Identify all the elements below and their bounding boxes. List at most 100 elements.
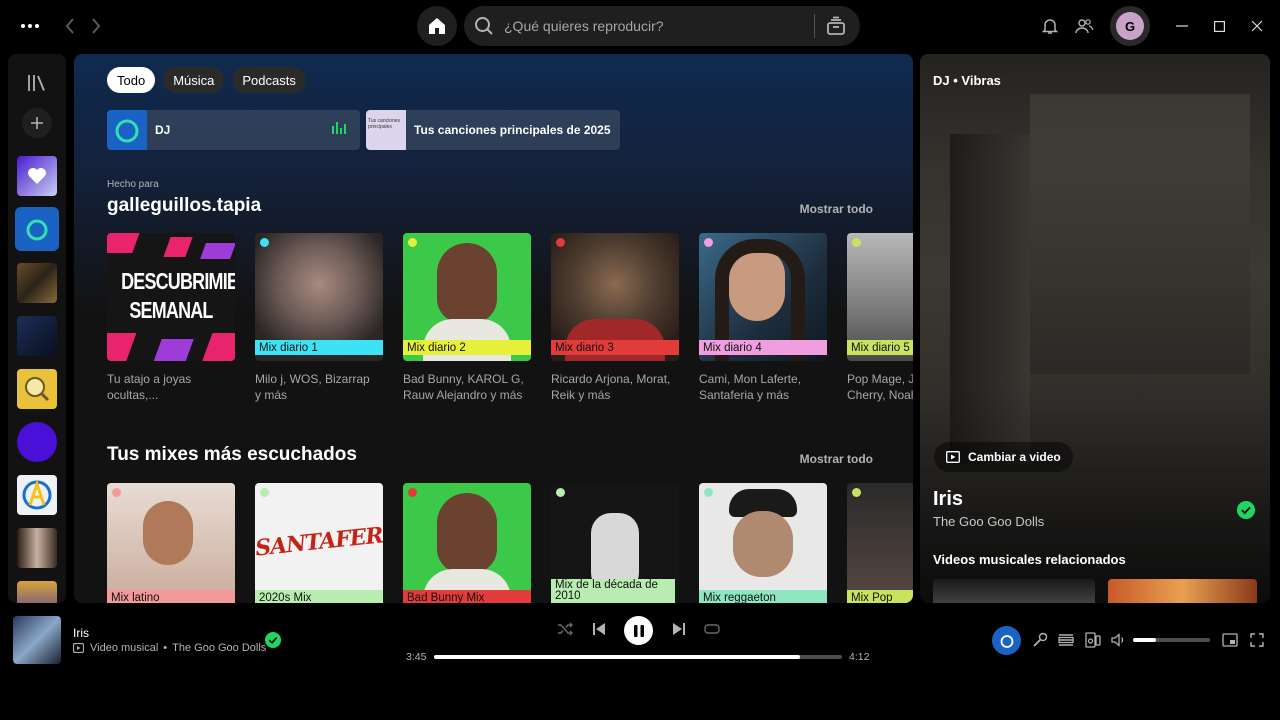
liked-songs-item[interactable] <box>17 156 57 196</box>
filter-chip-todo[interactable]: Todo <box>107 67 156 93</box>
dj-button[interactable] <box>992 626 1021 655</box>
miniplayer-icon[interactable] <box>1221 631 1239 649</box>
now-playing-title[interactable]: Iris <box>933 488 963 511</box>
microphone-lyrics-icon[interactable] <box>1031 631 1049 649</box>
mix-band-label: Mix diario 4 <box>699 340 827 355</box>
pause-icon <box>633 624 644 637</box>
filter-chip-musica[interactable]: Música <box>163 67 225 93</box>
library-icon[interactable] <box>26 72 48 94</box>
playlist-card[interactable]: Mix diario 5 Pop Mage, JaCherry, Noah <box>847 233 913 403</box>
dj-logo-icon <box>26 219 48 241</box>
browse-icon[interactable] <box>825 15 847 37</box>
mix-band-label: 2020s Mix <box>255 590 383 603</box>
mix-cover: Mix reggaeton <box>699 483 827 603</box>
search-input[interactable]: ¿Qué quieres reproducir? <box>504 18 814 34</box>
filter-chip-podcasts[interactable]: Podcasts <box>232 67 306 93</box>
show-all-link[interactable]: Mostrar todo <box>800 452 873 466</box>
mix-band-label: Mix Pop <box>847 590 913 603</box>
library-playlist-item[interactable] <box>17 263 57 303</box>
panel-header[interactable]: DJ • Vibras <box>933 73 1001 88</box>
heart-icon <box>28 168 46 184</box>
player-track-subtitle: Video musical • The Goo Goo Dolls <box>73 642 266 654</box>
library-playlist-item[interactable] <box>17 528 57 568</box>
home-button[interactable] <box>417 6 457 46</box>
playlist-card[interactable]: Mix diario 3 Ricardo Arjona, Morat, Reik … <box>551 233 679 403</box>
now-playing-artist[interactable]: The Goo Goo Dolls <box>933 514 1044 529</box>
shortcut-label: Tus canciones principales de 2025 <box>414 123 611 137</box>
back-arrow-icon[interactable] <box>60 14 80 38</box>
queue-icon[interactable] <box>1057 631 1075 649</box>
forward-arrow-icon[interactable] <box>86 14 106 38</box>
create-plus-button[interactable] <box>22 108 52 138</box>
friend-activity-icon[interactable] <box>1074 16 1094 36</box>
related-video-thumb[interactable] <box>1108 579 1257 603</box>
mix-cover: Mix diario 2 <box>403 233 531 361</box>
window-close-icon[interactable] <box>1247 16 1267 36</box>
playlist-card[interactable]: Mix diario 2 Bad Bunny, KAROL G, Rauw Ale… <box>403 233 531 403</box>
repeat-icon[interactable] <box>703 620 721 638</box>
shortcut-top-songs-2025[interactable]: Tus canciones principales Tus canciones … <box>366 110 620 150</box>
now-playing-view: DJ • Vibras Cambiar a video Iris The Goo… <box>920 54 1270 603</box>
connect-device-icon[interactable] <box>1084 631 1102 649</box>
mix-cover: Mix diario 5 <box>847 233 913 361</box>
card-description: Pop Mage, JaCherry, Noah <box>847 372 913 402</box>
fullscreen-icon[interactable] <box>1248 631 1266 649</box>
mix-card[interactable]: Mix Pop <box>847 483 913 603</box>
window-minimize-icon[interactable] <box>1172 16 1192 36</box>
show-all-link[interactable]: Mostrar todo <box>800 202 873 216</box>
window-maximize-icon[interactable] <box>1209 16 1229 36</box>
playlist-card[interactable]: Mix diario 4 Cami, Mon Laferte, Santaferi… <box>699 233 827 403</box>
mix-band-label: Bad Bunny Mix <box>403 590 531 603</box>
related-videos-title: Videos musicales relacionados <box>933 552 1126 567</box>
section-title[interactable]: galleguillos.tapia <box>107 195 261 217</box>
dj-logo-icon <box>1000 634 1013 648</box>
home-main-view: Todo Música Podcasts DJ Tus canciones pr… <box>74 54 913 603</box>
mix-card[interactable]: SANTAFERIA 2020s Mix <box>255 483 383 603</box>
dj-item[interactable] <box>15 207 59 251</box>
progress-bar[interactable] <box>434 655 842 659</box>
menu-dots-icon[interactable] <box>18 14 42 38</box>
mix-cover: Mix latino <box>107 483 235 603</box>
search-icon <box>474 16 494 36</box>
mix-cover: Mix de la década de 2010 <box>551 483 679 603</box>
related-video-thumb[interactable] <box>933 579 1095 603</box>
library-playlist-item[interactable] <box>17 369 57 409</box>
equalizer-icon <box>332 121 346 139</box>
section-subtitle: Hecho para <box>107 179 159 190</box>
volume-slider[interactable] <box>1133 638 1210 642</box>
top-bar: ¿Qué quieres reproducir? G <box>0 0 1280 52</box>
next-track-icon[interactable] <box>670 620 688 638</box>
saved-check-icon[interactable] <box>1237 501 1255 519</box>
card-description: Bad Bunny, KAROL G, Rauw Alejandro y más <box>403 372 524 402</box>
dj-thumb <box>107 110 147 150</box>
notifications-bell-icon[interactable] <box>1040 16 1060 36</box>
elapsed-time: 3:45 <box>406 651 427 663</box>
pause-button[interactable] <box>624 616 653 645</box>
library-artist-item[interactable] <box>17 422 57 462</box>
shuffle-icon[interactable] <box>556 620 574 638</box>
volume-icon[interactable] <box>1110 631 1128 649</box>
previous-track-icon[interactable] <box>590 620 608 638</box>
playlist-card[interactable]: Mix diario 1 Milo j, WOS, Bizarrap y más <box>255 233 383 403</box>
library-playlist-item[interactable] <box>17 316 57 356</box>
mix-band-label: Mix diario 1 <box>255 340 383 355</box>
mix-band-label: Mix de la década de 2010 <box>551 579 675 603</box>
search-bar[interactable]: ¿Qué quieres reproducir? <box>464 6 860 46</box>
player-track-artist[interactable]: The Goo Goo Dolls <box>172 642 266 654</box>
user-avatar-button[interactable]: G <box>1110 6 1150 46</box>
library-playlist-item[interactable] <box>17 475 57 515</box>
shortcut-dj[interactable]: DJ <box>107 110 360 150</box>
mix-card[interactable]: Bad Bunny Mix <box>403 483 531 603</box>
playlist-card[interactable]: DESCUBRIMIENTO SEMANAL Tu atajo a joyaso… <box>107 233 235 403</box>
mix-card[interactable]: Mix latino <box>107 483 235 603</box>
plus-icon <box>31 117 43 129</box>
now-playing-artwork[interactable] <box>13 616 61 664</box>
switch-to-video-button[interactable]: Cambiar a video <box>934 442 1073 472</box>
saved-check-icon[interactable] <box>265 632 281 648</box>
library-playlist-item[interactable] <box>17 581 57 603</box>
player-track-title[interactable]: Iris <box>73 626 89 640</box>
section-title[interactable]: Tus mixes más escuchados <box>107 444 357 466</box>
mix-card[interactable]: Mix reggaeton <box>699 483 827 603</box>
mix-card[interactable]: Mix de la década de 2010 <box>551 483 679 603</box>
dj-logo-icon <box>115 119 139 143</box>
